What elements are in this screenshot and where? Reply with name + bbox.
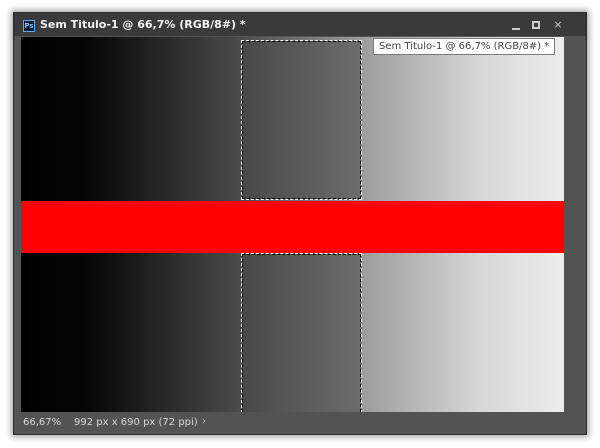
close-icon: × bbox=[553, 18, 563, 31]
vertical-scrollbar-area bbox=[565, 37, 586, 412]
marquee-selection-bottom[interactable] bbox=[241, 253, 362, 412]
status-menu-arrow-icon[interactable]: › bbox=[202, 416, 206, 427]
photoshop-app-icon: Ps bbox=[23, 20, 35, 32]
document-canvas[interactable] bbox=[21, 37, 564, 412]
close-button[interactable]: × bbox=[550, 17, 566, 33]
title-tooltip: Sem Titulo-1 @ 66,7% (RGB/8#) * bbox=[373, 38, 556, 55]
zoom-level[interactable]: 66,67% bbox=[23, 417, 61, 428]
maximize-icon bbox=[532, 21, 540, 29]
title-bar[interactable]: Ps Sem Titulo-1 @ 66,7% (RGB/8#) * × bbox=[14, 13, 586, 36]
maximize-button[interactable] bbox=[528, 17, 544, 33]
marquee-selection-top[interactable] bbox=[241, 40, 362, 200]
status-bar: 66,67% 992 px x 690 px (72 ppi) › bbox=[14, 412, 586, 434]
document-title: Sem Titulo-1 @ 66,7% (RGB/8#) * bbox=[40, 18, 246, 31]
document-size-info: 992 px x 690 px (72 ppi) bbox=[74, 417, 198, 428]
red-stripe-layer bbox=[21, 201, 564, 253]
minimize-button[interactable] bbox=[508, 17, 524, 33]
document-window: Ps Sem Titulo-1 @ 66,7% (RGB/8#) * × Sem… bbox=[13, 12, 587, 435]
minimize-icon bbox=[512, 28, 520, 30]
